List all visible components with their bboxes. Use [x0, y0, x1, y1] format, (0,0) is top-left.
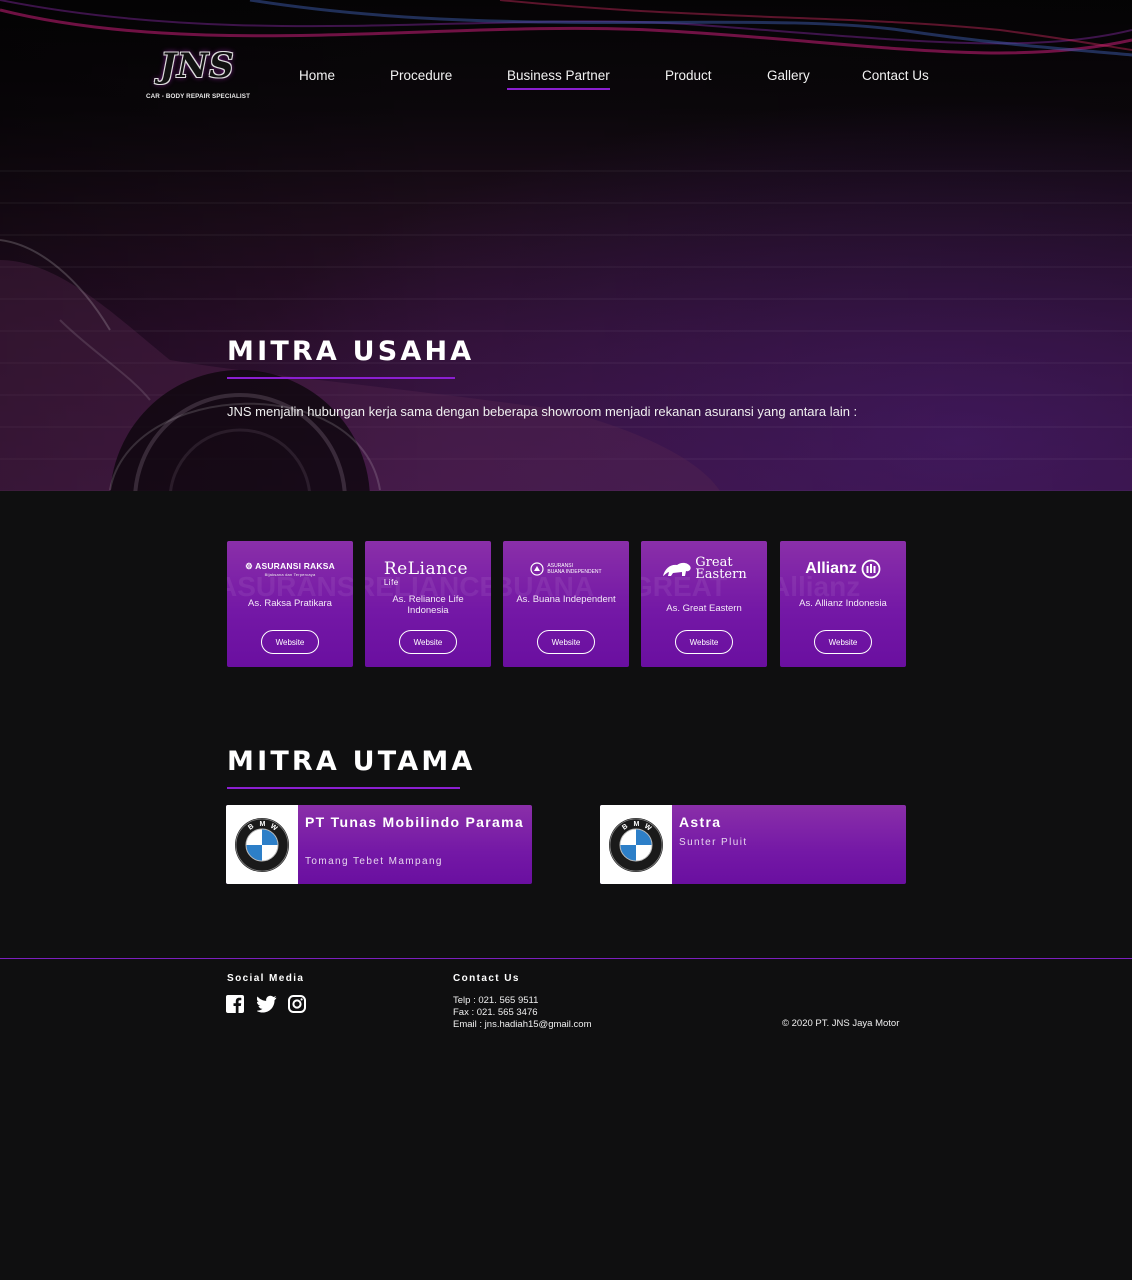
- partner-logo-text: ReLiance: [383, 559, 469, 579]
- contact-telp: Telp : 021. 565 9511: [453, 995, 539, 1006]
- dealer-logo-box: B M W: [226, 805, 298, 884]
- bmw-logo-icon: B M W: [235, 817, 289, 872]
- partner-card-great-eastern: GREAT Great Eastern As. Great Eastern We…: [641, 541, 767, 667]
- website-button[interactable]: Website: [537, 630, 595, 654]
- nav-gallery[interactable]: Gallery: [767, 68, 810, 83]
- partner-logo-subtext: BUANA INDEPENDENT: [547, 569, 602, 575]
- website-button[interactable]: Website: [399, 630, 457, 654]
- contact-us-heading: Contact Us: [453, 973, 520, 984]
- partner-logo-subtext: Eastern: [695, 567, 747, 582]
- main-partner-card-astra[interactable]: B M W Astra Sunter Pluit: [600, 805, 906, 884]
- partner-logo-raksa: ⚙ ASURANSI RAKSA Bijaksana dan Terpercay…: [227, 555, 353, 583]
- partner-logo-text: ASURANSI RAKSA: [255, 561, 335, 571]
- instagram-icon[interactable]: [288, 995, 308, 1015]
- buana-emblem-icon: [530, 562, 545, 576]
- social-media-heading: Social Media: [227, 973, 305, 984]
- main-partners-title: MITRA UTAMA: [227, 746, 476, 777]
- lion-icon: [663, 562, 691, 576]
- partner-card-raksa: ASURANSI ⚙ ASURANSI RAKSA Bijaksana dan …: [227, 541, 353, 667]
- website-button[interactable]: Website: [261, 630, 319, 654]
- contact-fax: Fax : 021. 565 3476: [453, 1007, 538, 1018]
- partner-card-buana: BUANA ASURANSI BUANA INDEPENDENT As. Bua…: [503, 541, 629, 667]
- hero-description: JNS menjalin hubungan kerja sama dengan …: [227, 404, 858, 419]
- partner-logo-subtext: Life: [383, 578, 399, 587]
- allianz-eagle-icon: [861, 559, 881, 579]
- copyright: © 2020 PT. JNS Jaya Motor: [782, 1018, 900, 1029]
- partner-name: As. Great Eastern: [666, 603, 742, 614]
- website-button[interactable]: Website: [814, 630, 872, 654]
- nav-procedure[interactable]: Procedure: [390, 68, 452, 83]
- facebook-icon[interactable]: [226, 995, 246, 1015]
- nav-home[interactable]: Home: [299, 68, 335, 83]
- hero-title-underline: [227, 377, 455, 379]
- twitter-icon[interactable]: [256, 995, 277, 1015]
- partner-logo-buana: ASURANSI BUANA INDEPENDENT: [503, 555, 629, 583]
- nav-contact-us[interactable]: Contact Us: [862, 68, 929, 83]
- website-button[interactable]: Website: [675, 630, 733, 654]
- partner-name: As. Allianz Indonesia: [799, 598, 887, 609]
- partner-logo-reliance: ReLiance Life: [365, 555, 491, 587]
- logo-tagline: CAR - BODY REPAIR SPECIALIST: [146, 93, 251, 100]
- main-partners-underline: [227, 787, 460, 789]
- footer-divider: [0, 958, 1132, 959]
- raksa-emblem-icon: ⚙: [245, 561, 253, 571]
- partner-card-reliance: RELIANCE ReLiance Life As. Reliance Life…: [365, 541, 491, 667]
- hero-banner: JNS CAR - BODY REPAIR SPECIALIST Home Pr…: [0, 0, 1132, 491]
- nav-product[interactable]: Product: [665, 68, 712, 83]
- bmw-letter-m: M: [260, 821, 266, 828]
- partner-name: As. Raksa Pratikara: [248, 598, 332, 609]
- hero-title: MITRA USAHA: [227, 336, 475, 367]
- partner-card-allianz: Allianz Allianz As. Allianz Indonesia We…: [780, 541, 906, 667]
- dealer-name: Astra: [679, 814, 722, 830]
- partner-logo-allianz: Allianz: [780, 555, 906, 583]
- social-icons: [226, 995, 308, 1015]
- insurance-partners: ASURANSI ⚙ ASURANSI RAKSA Bijaksana dan …: [227, 541, 907, 667]
- bmw-logo-icon: B M W: [609, 817, 663, 872]
- partner-name: As. Buana Independent: [516, 594, 616, 605]
- nav-business-partner[interactable]: Business Partner: [507, 68, 610, 90]
- partner-name: As. Reliance Life Indonesia: [392, 594, 464, 616]
- partner-logo-great-eastern: Great Eastern: [641, 555, 767, 583]
- main-nav: Home Procedure Business Partner Product …: [0, 68, 1132, 92]
- partner-logo-subtext: Bijaksana dan Terpercaya: [264, 572, 316, 577]
- contact-email[interactable]: Email : jns.hadiah15@gmail.com: [453, 1019, 591, 1031]
- partner-logo-text: Allianz: [805, 560, 857, 577]
- dealer-location: Tomang Tebet Mampang: [305, 856, 443, 867]
- dealer-location: Sunter Pluit: [679, 837, 748, 848]
- dealer-name: PT Tunas Mobilindo Parama: [305, 814, 524, 830]
- bmw-letter-m: M: [634, 821, 640, 828]
- main-partner-card-tunas[interactable]: B M W PT Tunas Mobilindo Parama Tomang T…: [226, 805, 532, 884]
- dealer-logo-box: B M W: [600, 805, 672, 884]
